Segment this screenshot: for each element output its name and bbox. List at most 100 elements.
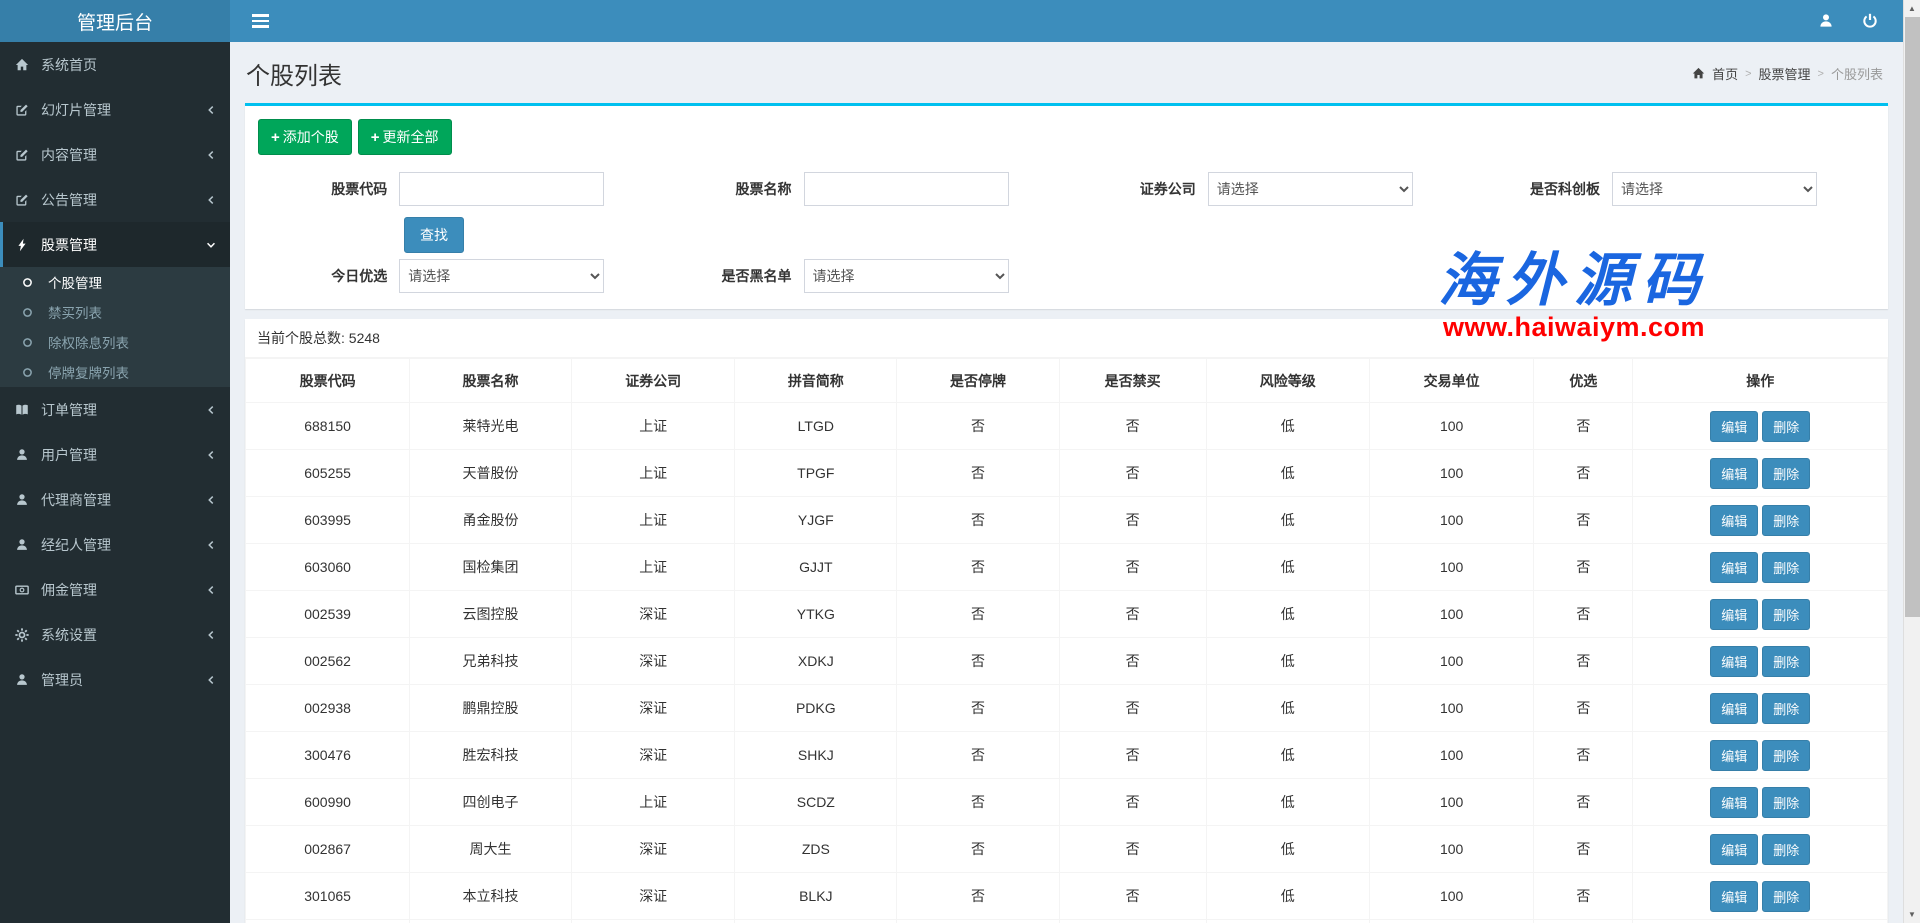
column-header: 优选	[1534, 359, 1633, 403]
power-icon[interactable]	[1862, 13, 1878, 29]
sidebar-item[interactable]: 用户管理	[0, 432, 230, 477]
sidebar-subitem[interactable]: 个股管理	[0, 267, 230, 297]
delete-button[interactable]: 删除	[1762, 599, 1810, 630]
add-stock-button[interactable]: + 添加个股	[258, 119, 352, 155]
delete-button[interactable]: 删除	[1762, 552, 1810, 583]
delete-button[interactable]: 删除	[1762, 411, 1810, 442]
edit-button[interactable]: 编辑	[1710, 740, 1758, 771]
blacklist-label: 是否黑名单	[662, 266, 803, 286]
sidebar-item[interactable]: 经纪人管理	[0, 522, 230, 567]
edit-button[interactable]: 编辑	[1710, 552, 1758, 583]
sidebar-item[interactable]: 公告管理	[0, 177, 230, 222]
delete-button[interactable]: 删除	[1762, 834, 1810, 865]
cell-unit: 100	[1370, 826, 1534, 873]
cell-banned: 否	[1059, 497, 1206, 544]
delete-button[interactable]: 删除	[1762, 787, 1810, 818]
sidebar-item[interactable]: 内容管理	[0, 132, 230, 177]
cell-risk: 低	[1206, 403, 1370, 450]
blacklist-select[interactable]: 请选择	[804, 259, 1009, 293]
cell-actions: 编辑删除	[1633, 826, 1888, 873]
broker-label: 证券公司	[1067, 179, 1208, 199]
sidebar-item[interactable]: 管理员	[0, 657, 230, 702]
cell-pinyin: TPGF	[735, 450, 897, 497]
cell-code: 002562	[246, 638, 410, 685]
cell-unit: 100	[1370, 638, 1534, 685]
edit-button[interactable]: 编辑	[1710, 693, 1758, 724]
cell-exchange: 上证	[571, 403, 735, 450]
edit-button[interactable]: 编辑	[1710, 834, 1758, 865]
edit-button[interactable]: 编辑	[1710, 881, 1758, 912]
user-icon[interactable]	[1818, 13, 1834, 29]
cell-banned: 否	[1059, 826, 1206, 873]
cell-code: 605255	[246, 450, 410, 497]
cell-risk: 低	[1206, 779, 1370, 826]
cell-banned: 否	[1059, 638, 1206, 685]
cell-suspended: 否	[897, 685, 1060, 732]
sidebar-item[interactable]: 幻灯片管理	[0, 87, 230, 132]
sidebar-item[interactable]: 股票管理	[0, 222, 230, 267]
scroll-down-arrow-icon[interactable]: ▼	[1904, 906, 1920, 923]
cell-pinyin: ZDS	[735, 826, 897, 873]
sidebar-subitem[interactable]: 除权除息列表	[0, 327, 230, 357]
sidebar-toggle-button[interactable]	[243, 8, 277, 34]
user-icon	[15, 448, 41, 462]
stock-name-input[interactable]	[804, 172, 1009, 206]
cell-code: 002539	[246, 591, 410, 638]
table-row: 300602飞荣达深证FRD否否低100否编辑删除	[246, 920, 1888, 923]
edit-button[interactable]: 编辑	[1710, 646, 1758, 677]
edit-button[interactable]: 编辑	[1710, 411, 1758, 442]
chevron-left-icon	[206, 105, 216, 115]
sidebar-item[interactable]: 系统设置	[0, 612, 230, 657]
table-row: 688150莱特光电上证LTGD否否低100否编辑删除	[246, 403, 1888, 450]
sidebar-item[interactable]: 系统首页	[0, 42, 230, 87]
broker-select[interactable]: 请选择	[1208, 172, 1413, 206]
home-icon	[1692, 66, 1705, 81]
delete-button[interactable]: 删除	[1762, 881, 1810, 912]
cell-pinyin: FRD	[735, 920, 897, 923]
edit-button[interactable]: 编辑	[1710, 599, 1758, 630]
search-button[interactable]: 查找	[404, 217, 464, 253]
stock-code-input[interactable]	[399, 172, 604, 206]
breadcrumb-home[interactable]: 首页	[1712, 64, 1738, 83]
table-row: 605255天普股份上证TPGF否否低100否编辑删除	[246, 450, 1888, 497]
column-header: 是否禁买	[1059, 359, 1206, 403]
sidebar-subitem[interactable]: 停牌复牌列表	[0, 357, 230, 387]
sidebar-item[interactable]: 代理商管理	[0, 477, 230, 522]
cell-suspended: 否	[897, 450, 1060, 497]
delete-button[interactable]: 删除	[1762, 505, 1810, 536]
sidebar-item[interactable]: 佣金管理	[0, 567, 230, 612]
sidebar-item[interactable]: 订单管理	[0, 387, 230, 432]
scroll-up-arrow-icon[interactable]: ▲	[1904, 0, 1920, 17]
chevron-down-icon	[206, 240, 216, 250]
delete-button[interactable]: 删除	[1762, 740, 1810, 771]
home-icon	[15, 58, 41, 72]
sidebar-subitem-label: 个股管理	[48, 272, 102, 292]
edit-button[interactable]: 编辑	[1710, 458, 1758, 489]
cell-preferred: 否	[1534, 544, 1633, 591]
cell-code: 300602	[246, 920, 410, 923]
cell-exchange: 上证	[571, 497, 735, 544]
today-pick-select[interactable]: 请选择	[399, 259, 604, 293]
sidebar-item-label: 公告管理	[41, 190, 97, 210]
cell-actions: 编辑删除	[1633, 450, 1888, 497]
circle-icon	[22, 277, 48, 288]
cell-risk: 低	[1206, 873, 1370, 920]
delete-button[interactable]: 删除	[1762, 458, 1810, 489]
table-row: 002562兄弟科技深证XDKJ否否低100否编辑删除	[246, 638, 1888, 685]
star-market-select[interactable]: 请选择	[1612, 172, 1817, 206]
delete-button[interactable]: 删除	[1762, 693, 1810, 724]
breadcrumb-section[interactable]: 股票管理	[1759, 64, 1811, 83]
cell-suspended: 否	[897, 873, 1060, 920]
delete-button[interactable]: 删除	[1762, 646, 1810, 677]
edit-button[interactable]: 编辑	[1710, 505, 1758, 536]
edit-button[interactable]: 编辑	[1710, 787, 1758, 818]
breadcrumb: 首页 > 股票管理 > 个股列表	[1692, 64, 1883, 83]
scrollbar-thumb[interactable]	[1905, 17, 1920, 617]
column-header: 风险等级	[1206, 359, 1370, 403]
sidebar-subitem[interactable]: 禁买列表	[0, 297, 230, 327]
topbar	[0, 0, 1903, 42]
update-all-button[interactable]: + 更新全部	[358, 119, 452, 155]
chevron-left-icon	[206, 195, 216, 205]
cell-exchange: 深证	[571, 873, 735, 920]
table-row: 603995甬金股份上证YJGF否否低100否编辑删除	[246, 497, 1888, 544]
